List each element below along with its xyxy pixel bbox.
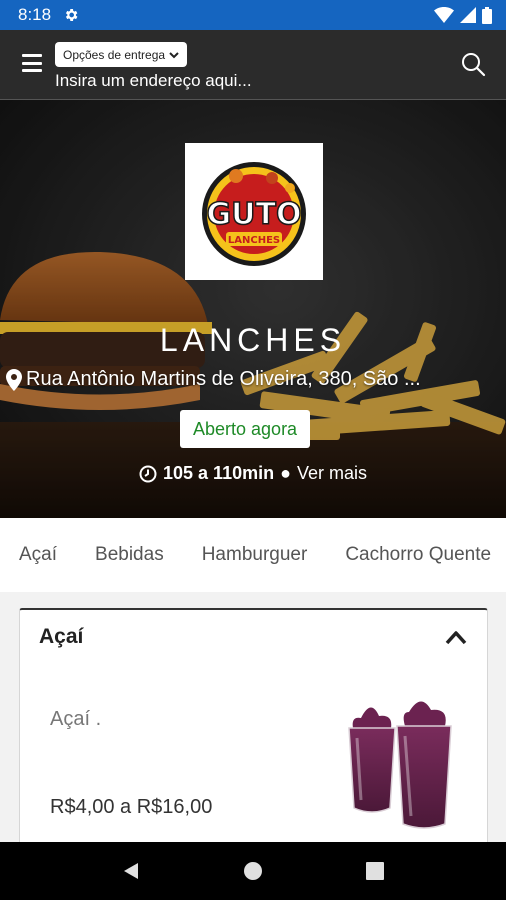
map-pin-icon <box>6 368 22 391</box>
home-button[interactable] <box>233 851 273 891</box>
status-indicators <box>434 6 492 24</box>
back-triangle-icon <box>124 863 138 879</box>
tab-bebidas[interactable]: Bebidas <box>76 544 183 566</box>
battery-icon <box>482 6 492 24</box>
system-navigation-bar <box>0 842 506 900</box>
product-name: Açaí . <box>50 708 102 730</box>
logo-sub-text: LANCHES <box>228 235 280 246</box>
home-circle-icon <box>244 862 262 880</box>
app-header: Opções de entrega <box>0 30 506 100</box>
wifi-icon <box>434 7 454 23</box>
chevron-down-icon <box>169 51 179 58</box>
store-name: LANCHES <box>159 322 347 358</box>
category-section-card: Açaí Açaí . R$4,00 a R$16,00 <box>19 608 488 868</box>
category-tabs: Açaí Bebidas Hamburguer Cachorro Quente <box>0 518 506 592</box>
tab-acai[interactable]: Açaí <box>0 544 76 566</box>
see-more-link[interactable]: Ver mais <box>297 463 367 484</box>
store-hero-banner: GUTO LANCHES LANCHES Rua Antônio Martins… <box>0 100 506 518</box>
section-title: Açaí <box>39 625 84 648</box>
guto-lanches-logo: GUTO LANCHES <box>202 161 306 266</box>
status-bar: 8:18 <box>0 0 506 30</box>
store-logo: GUTO LANCHES <box>185 143 323 280</box>
acai-cups-image <box>348 701 452 829</box>
delivery-options-label: Opções de entrega <box>63 47 166 62</box>
address-input[interactable] <box>55 70 435 92</box>
product-price: R$4,00 a R$16,00 <box>50 796 213 818</box>
clock-icon <box>139 465 157 482</box>
signal-icon <box>460 7 476 23</box>
status-time: 8:18 <box>18 5 52 24</box>
search-icon[interactable] <box>460 51 486 77</box>
logo-main-text: GUTO <box>207 197 302 232</box>
store-address: Rua Antônio Martins de Oliveira, 380, Sã… <box>6 368 506 391</box>
back-button[interactable] <box>111 851 151 891</box>
settings-gear-icon <box>66 9 78 21</box>
recents-square-icon <box>366 862 384 880</box>
store-address-text: Rua Antônio Martins de Oliveira, 380, Sã… <box>26 368 421 390</box>
bullet-separator: ● <box>280 463 291 483</box>
delivery-eta: 105 a 110min <box>163 463 275 483</box>
open-status-badge: Aberto agora <box>180 410 311 448</box>
product-item[interactable]: Açaí . R$4,00 a R$16,00 <box>20 676 487 856</box>
hamburger-menu-icon[interactable] <box>22 54 42 72</box>
delivery-options-dropdown[interactable]: Opções de entrega <box>55 42 188 67</box>
chevron-up-icon[interactable] <box>444 628 468 646</box>
recents-button[interactable] <box>355 851 395 891</box>
tab-hamburguer[interactable]: Hamburguer <box>183 544 327 566</box>
tab-cachorro-quente[interactable]: Cachorro Quente <box>326 544 506 566</box>
delivery-eta-row: 105 a 110min ● Ver mais <box>0 463 506 484</box>
